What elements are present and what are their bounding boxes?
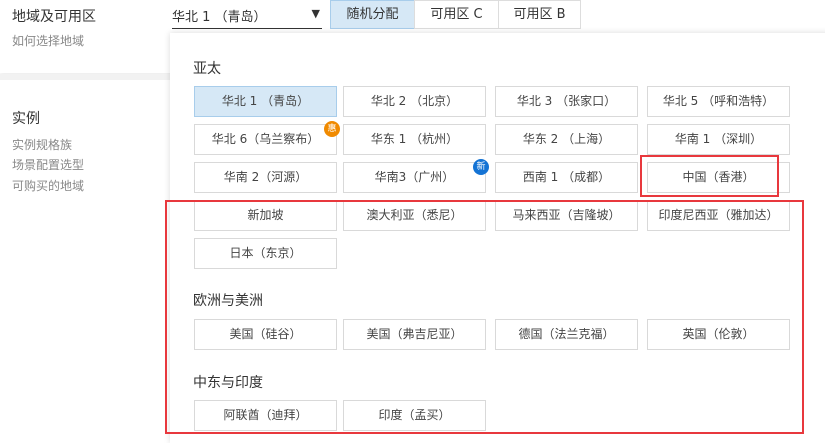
region-option-label: 华东 2 （上海） bbox=[522, 132, 611, 146]
region-option-label: 华南 1 （深圳） bbox=[674, 132, 763, 146]
region-option[interactable]: 华南 1 （深圳） bbox=[647, 124, 790, 155]
how-to-choose-region-link[interactable]: 如何选择地域 bbox=[12, 32, 84, 49]
region-option[interactable]: 华北 2 （北京） bbox=[343, 86, 486, 117]
region-option-label: 华南 2（河源） bbox=[223, 170, 308, 184]
region-option-label: 华北 5 （呼和浩特） bbox=[662, 94, 775, 108]
region-option[interactable]: 华北 6（乌兰察布） 惠 bbox=[194, 121, 340, 155]
chevron-down-icon: ▼ bbox=[311, 7, 320, 20]
region-option[interactable]: 华北 5 （呼和浩特） bbox=[647, 86, 790, 117]
instance-section-title: 实例 bbox=[12, 111, 40, 127]
region-option[interactable]: 华南 2（河源） bbox=[194, 162, 337, 193]
highlight-box-hongkong bbox=[640, 155, 779, 197]
region-select[interactable]: 华北 1 （青岛） ▼ bbox=[172, 0, 322, 29]
group-title-asia-pacific: 亚太 bbox=[193, 61, 221, 77]
discount-badge-icon: 惠 bbox=[324, 121, 340, 137]
region-option[interactable]: 西南 1 （成都） bbox=[495, 162, 638, 193]
region-option-label: 华北 1 （青岛） bbox=[221, 94, 310, 108]
region-option-label: 西南 1 （成都） bbox=[522, 170, 611, 184]
region-option-label: 华北 2 （北京） bbox=[370, 94, 459, 108]
scenario-config-link[interactable]: 场景配置选型 bbox=[12, 156, 84, 173]
zone-b-button[interactable]: 可用区 B bbox=[498, 0, 581, 29]
region-label: 地域及可用区 bbox=[12, 9, 96, 25]
zone-c-button[interactable]: 可用区 C bbox=[414, 0, 499, 29]
highlight-box-overseas bbox=[165, 200, 804, 434]
region-option[interactable]: 华北 3 （张家口） bbox=[495, 86, 638, 117]
instance-family-link[interactable]: 实例规格族 bbox=[12, 136, 72, 153]
new-badge-icon: 新 bbox=[473, 159, 489, 175]
region-option-label: 华东 1 （杭州） bbox=[370, 132, 459, 146]
region-option[interactable]: 华东 1 （杭州） bbox=[343, 124, 486, 155]
region-select-value: 华北 1 （青岛） bbox=[172, 10, 267, 25]
region-option[interactable]: 华东 2 （上海） bbox=[495, 124, 638, 155]
zone-random-button[interactable]: 随机分配 bbox=[330, 0, 415, 29]
available-regions-link[interactable]: 可购买的地域 bbox=[12, 177, 84, 194]
region-option-label: 华北 3 （张家口） bbox=[516, 94, 617, 108]
region-option-label: 华北 6（乌兰察布） bbox=[211, 132, 320, 146]
region-option[interactable]: 华南3（广州） 新 bbox=[343, 159, 489, 193]
region-option-label: 华南3（广州） bbox=[374, 170, 455, 184]
region-option[interactable]: 华北 1 （青岛） bbox=[194, 86, 337, 117]
